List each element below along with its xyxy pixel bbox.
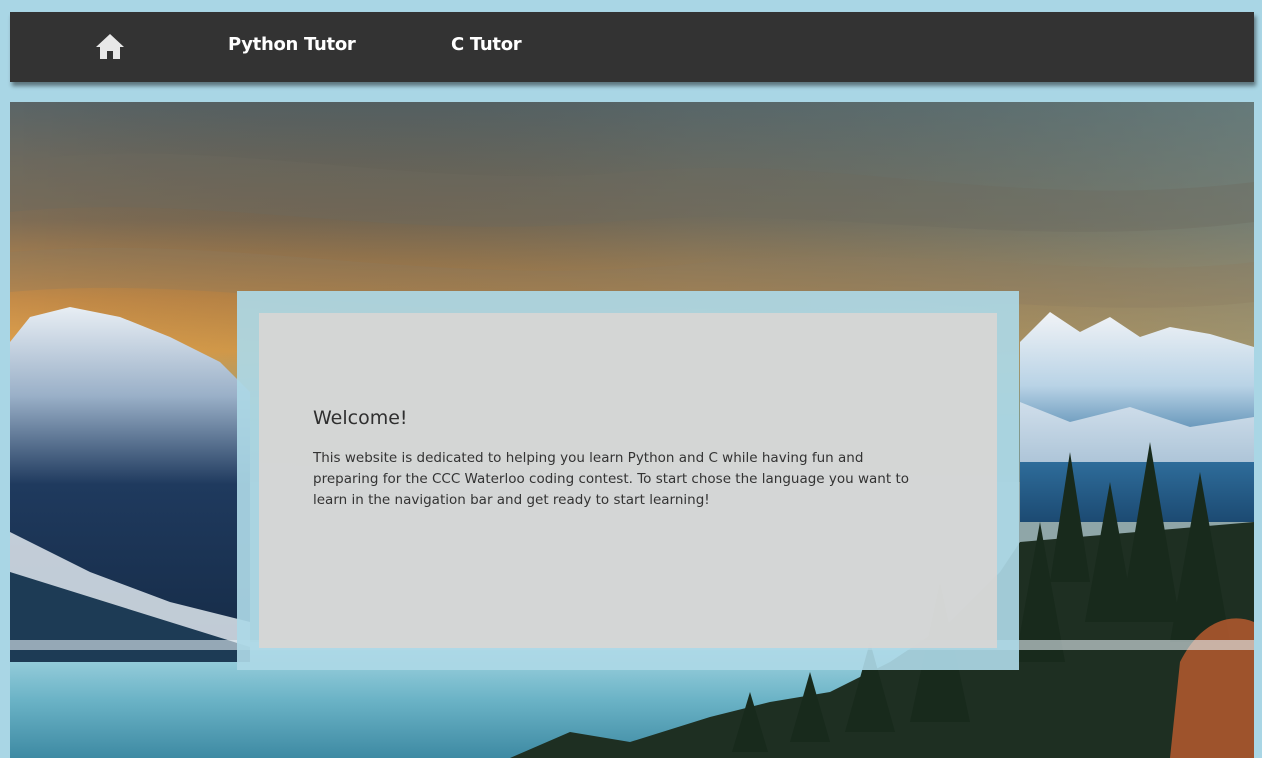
nav-link-c-tutor[interactable]: C Tutor [451,34,522,55]
welcome-title: Welcome! [313,407,408,429]
navbar: Python Tutor C Tutor [10,12,1254,82]
welcome-text: This website is dedicated to helping you… [313,450,909,508]
home-icon [96,34,124,59]
nav-home-link[interactable] [94,30,126,62]
page: Python Tutor C Tutor Welcome! This websi… [0,0,1262,758]
welcome-panel: Welcome! This website is dedicated to he… [237,291,1019,670]
welcome-panel-body: Welcome! This website is dedicated to he… [259,313,997,648]
nav-link-python-tutor[interactable]: Python Tutor [228,34,356,55]
